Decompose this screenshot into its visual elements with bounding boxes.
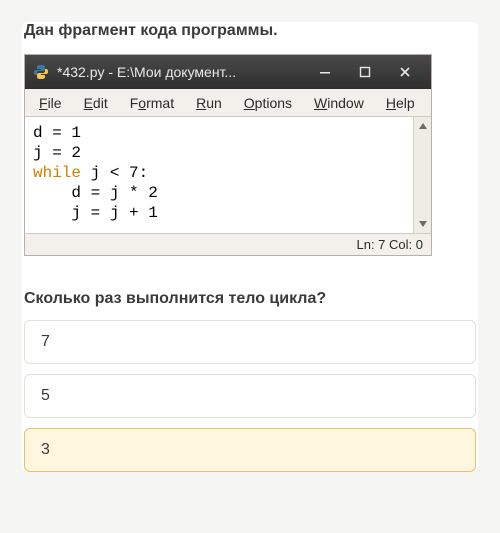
- scrollbar[interactable]: [413, 117, 431, 233]
- minimize-button[interactable]: [305, 56, 345, 88]
- answer-option[interactable]: 3: [24, 428, 476, 472]
- menu-edit[interactable]: Edit: [74, 93, 120, 113]
- python-icon: [33, 64, 49, 80]
- titlebar: *432.py - E:\Мои документ...: [25, 55, 431, 89]
- maximize-button[interactable]: [345, 56, 385, 88]
- menu-file[interactable]: File: [29, 93, 74, 113]
- menu-run[interactable]: Run: [186, 93, 234, 113]
- question-text: Сколько раз выполнится тело цикла?: [24, 290, 476, 308]
- menu-format[interactable]: Format: [120, 93, 186, 113]
- status-text: Ln: 7 Col: 0: [357, 237, 424, 252]
- scroll-up-icon[interactable]: [416, 119, 430, 133]
- statusbar: Ln: 7 Col: 0: [25, 233, 431, 255]
- menubar: File Edit Format Run Options Window Help: [25, 89, 431, 117]
- editor-window: *432.py - E:\Мои документ... File Edit F…: [24, 54, 432, 256]
- code-area[interactable]: d = 1 j = 2 while j < 7: d = j * 2 j = j…: [25, 117, 413, 233]
- menu-help[interactable]: Help: [376, 93, 427, 113]
- window-title: *432.py - E:\Мои документ...: [57, 64, 305, 80]
- menu-window[interactable]: Window: [304, 93, 376, 113]
- scroll-down-icon[interactable]: [416, 217, 430, 231]
- answer-option[interactable]: 5: [24, 374, 476, 418]
- answers-list: 7 5 3: [24, 320, 476, 472]
- close-button[interactable]: [385, 56, 425, 88]
- menu-options[interactable]: Options: [234, 93, 304, 113]
- prompt-text: Дан фрагмент кода программы.: [24, 22, 476, 40]
- answer-option[interactable]: 7: [24, 320, 476, 364]
